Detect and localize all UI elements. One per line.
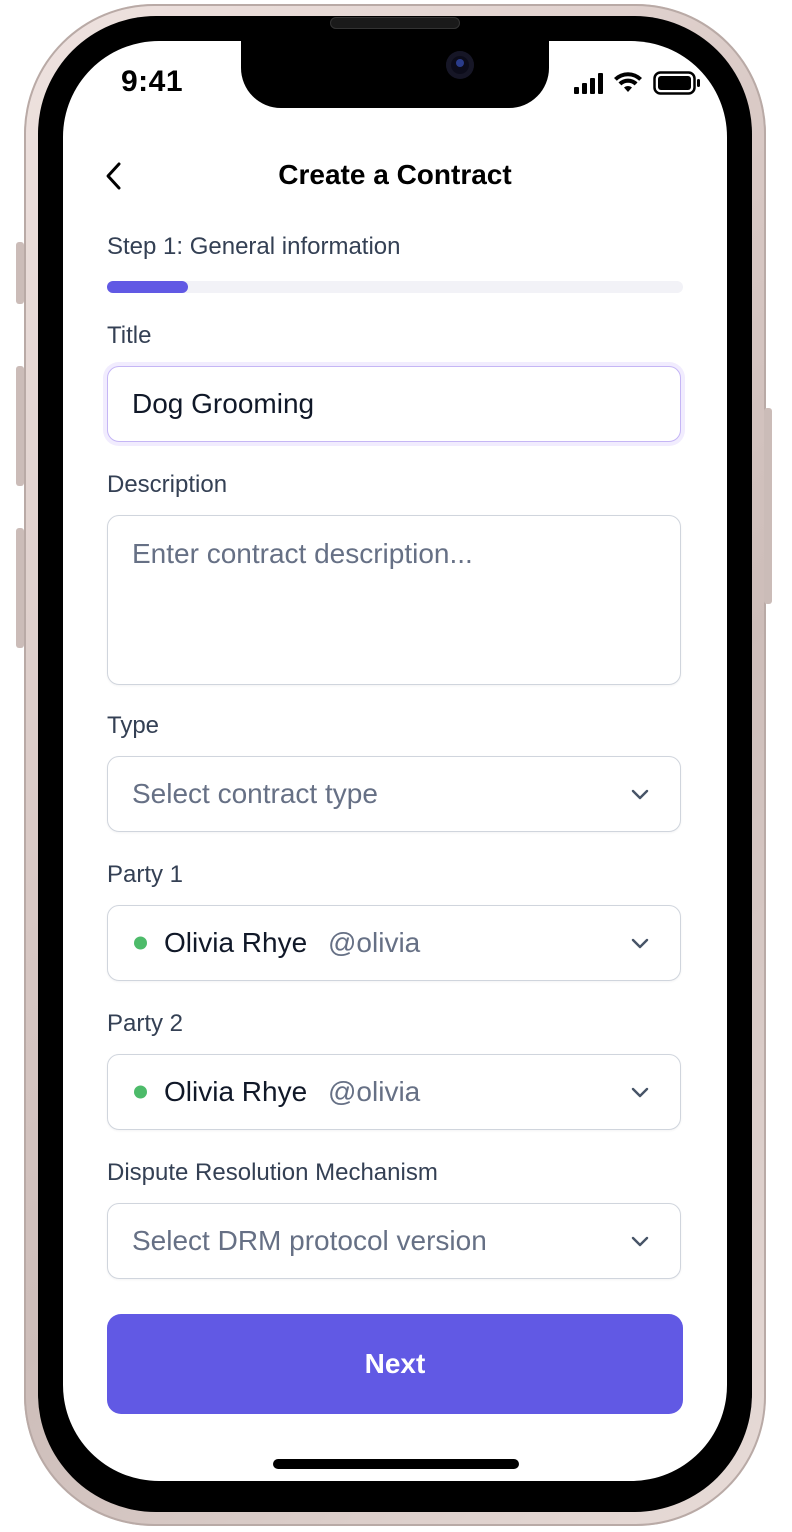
type-select[interactable]: Select contract type: [107, 756, 681, 832]
step-progress-fill: [107, 281, 188, 293]
volume-up-button: [16, 366, 24, 486]
drm-select[interactable]: Select DRM protocol version: [107, 1203, 681, 1279]
title-input[interactable]: Dog Grooming: [107, 366, 681, 442]
status-icons: [574, 71, 701, 95]
notch: [241, 41, 549, 108]
party1-select[interactable]: Olivia Rhye @olivia: [107, 905, 681, 981]
online-status-dot: [134, 1085, 147, 1099]
page-title: Create a Contract: [278, 159, 512, 190]
screen: 9:41 Create a Contract Step 1: General i…: [63, 41, 727, 1481]
chevron-down-icon: [631, 789, 649, 800]
party1-name: Olivia Rhye: [164, 927, 308, 958]
wifi-icon: [614, 72, 642, 92]
party1-handle: @olivia: [328, 927, 421, 958]
type-placeholder: Select contract type: [132, 778, 378, 809]
home-indicator: [273, 1459, 519, 1469]
battery-icon: [653, 71, 700, 95]
party1-label: Party 1: [107, 861, 184, 888]
step-label: Step 1: General information: [107, 233, 401, 260]
drm-placeholder: Select DRM protocol version: [132, 1225, 487, 1256]
party2-label: Party 2: [107, 1010, 184, 1037]
power-button: [764, 408, 772, 604]
description-label: Description: [107, 471, 228, 498]
type-label: Type: [107, 712, 160, 739]
next-button[interactable]: Next: [107, 1314, 683, 1414]
chevron-down-icon: [631, 1087, 649, 1098]
description-textarea[interactable]: Enter contract description...: [107, 515, 681, 685]
title-label: Title: [107, 322, 152, 349]
chevron-down-icon: [631, 938, 649, 949]
status-time: 9:41: [121, 65, 184, 98]
party2-name: Olivia Rhye: [164, 1076, 308, 1107]
mute-switch: [16, 242, 24, 304]
party2-select[interactable]: Olivia Rhye @olivia: [107, 1054, 681, 1130]
online-status-dot: [134, 936, 147, 950]
title-input-value: Dog Grooming: [132, 388, 315, 419]
earpiece-speaker: [330, 17, 460, 29]
chevron-down-icon: [631, 1236, 649, 1247]
drm-label: Dispute Resolution Mechanism: [107, 1159, 438, 1186]
description-placeholder: Enter contract description...: [132, 538, 473, 569]
step-progress-bar: [107, 281, 683, 293]
party2-handle: @olivia: [328, 1076, 421, 1107]
front-camera: [446, 51, 474, 79]
volume-down-button: [16, 528, 24, 648]
cellular-signal-icon: [574, 72, 603, 94]
